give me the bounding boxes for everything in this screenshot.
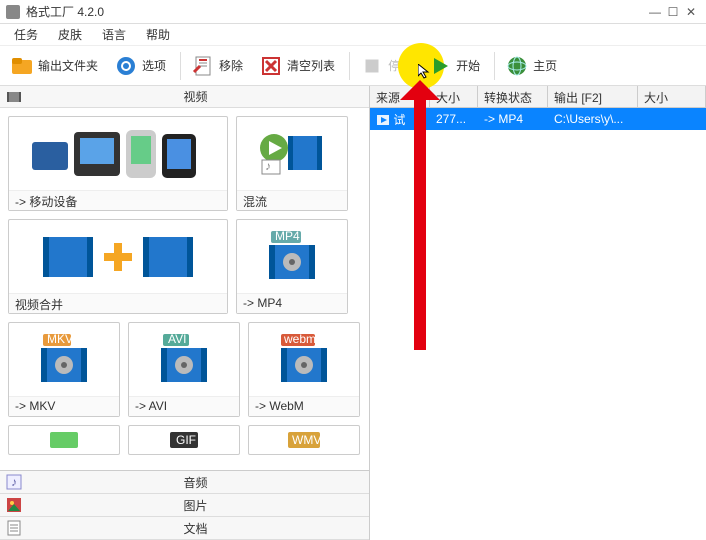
- task-table-header: 来源 大小 转换状态 输出 [F2] 大小: [370, 86, 706, 108]
- maximize-button[interactable]: ☐: [664, 5, 682, 19]
- main-area: 视频 -> 移动设备: [0, 86, 706, 540]
- folder-icon: [10, 54, 34, 78]
- remove-label: 移除: [219, 57, 243, 74]
- webm-icon: webm: [249, 323, 359, 396]
- tile-label: -> AVI: [129, 396, 239, 416]
- toolbar: 输出文件夹 选项 移除 清空列表 停止 开始: [0, 46, 706, 86]
- tile-mux[interactable]: ♪ 混流: [236, 116, 348, 211]
- tile-label: 混流: [237, 190, 347, 210]
- th-status[interactable]: 转换状态: [478, 86, 548, 107]
- remove-button[interactable]: 移除: [185, 52, 249, 80]
- home-button[interactable]: 主页: [499, 52, 563, 80]
- category-label: 文档: [28, 520, 363, 537]
- mux-icon: ♪: [237, 117, 347, 190]
- picture-category-icon: [6, 497, 22, 513]
- category-tabs: ♪ 音频 图片 文档: [0, 470, 369, 540]
- clear-icon: [259, 54, 283, 78]
- gif-icon: GIF: [129, 426, 239, 454]
- output-folder-label: 输出文件夹: [38, 57, 98, 74]
- svg-text:MKV: MKV: [47, 332, 73, 346]
- tile-mkv[interactable]: MKV -> MKV: [8, 322, 120, 417]
- td-size: 277...: [430, 109, 478, 129]
- category-label: 图片: [28, 497, 363, 514]
- tile-webm[interactable]: webm -> WebM: [248, 322, 360, 417]
- th-outsize[interactable]: 大小: [638, 86, 706, 107]
- minimize-button[interactable]: —: [646, 5, 664, 19]
- svg-text:GIF: GIF: [176, 433, 196, 447]
- tile-mobile-device[interactable]: -> 移动设备: [8, 116, 228, 211]
- menu-task[interactable]: 任务: [4, 24, 48, 45]
- category-tab-document[interactable]: 文档: [0, 517, 369, 540]
- menu-help[interactable]: 帮助: [136, 24, 180, 45]
- td-output: C:\Users\y\...: [548, 109, 638, 129]
- audio-category-icon: ♪: [6, 474, 22, 490]
- tile-label: -> WebM: [249, 396, 359, 416]
- avi-icon: AVI: [129, 323, 239, 396]
- mkv-icon: MKV: [9, 323, 119, 396]
- svg-text:AVI: AVI: [168, 332, 186, 346]
- tile-label: -> 移动设备: [9, 190, 227, 210]
- td-outsize: [638, 116, 706, 122]
- cursor-icon: [418, 64, 434, 80]
- td-source-text: 试: [393, 113, 405, 127]
- svg-text:webm: webm: [283, 332, 316, 346]
- stop-icon: [360, 54, 384, 78]
- left-pane: 视频 -> 移动设备: [0, 86, 370, 540]
- video-category-icon: [6, 89, 22, 105]
- tile-label: -> MKV: [9, 396, 119, 416]
- tile-gif[interactable]: GIF: [128, 425, 240, 455]
- document-category-icon: [6, 520, 22, 536]
- category-tab-picture[interactable]: 图片: [0, 494, 369, 517]
- category-header-video[interactable]: 视频: [0, 86, 369, 108]
- menu-language[interactable]: 语言: [92, 24, 136, 45]
- start-label: 开始: [456, 57, 480, 74]
- mobile-devices-icon: [9, 117, 227, 190]
- td-status: -> MP4: [478, 109, 548, 129]
- category-tab-audio[interactable]: ♪ 音频: [0, 471, 369, 494]
- td-source: 试: [370, 108, 430, 131]
- options-button[interactable]: 选项: [108, 52, 172, 80]
- tile-partial-1[interactable]: [8, 425, 120, 455]
- clear-label: 清空列表: [287, 57, 335, 74]
- th-source[interactable]: 来源: [370, 86, 430, 107]
- wmv-icon: WMV: [249, 426, 359, 454]
- svg-text:WMV: WMV: [292, 433, 321, 447]
- options-label: 选项: [142, 57, 166, 74]
- options-icon: [114, 54, 138, 78]
- th-size[interactable]: 大小: [430, 86, 478, 107]
- toolbar-separator: [494, 52, 495, 80]
- tile-wmv[interactable]: WMV: [248, 425, 360, 455]
- category-label: 音频: [28, 474, 363, 491]
- app-icon: [6, 5, 20, 19]
- toolbar-separator: [180, 52, 181, 80]
- format-icon: [9, 426, 119, 454]
- menu-bar: 任务 皮肤 语言 帮助: [0, 24, 706, 46]
- close-button[interactable]: ✕: [682, 5, 700, 19]
- menu-skin[interactable]: 皮肤: [48, 24, 92, 45]
- toolbar-separator: [349, 52, 350, 80]
- svg-text:♪: ♪: [11, 475, 17, 489]
- home-label: 主页: [533, 57, 557, 74]
- category-label: 视频: [28, 88, 363, 105]
- output-folder-button[interactable]: 输出文件夹: [4, 52, 104, 80]
- mp4-icon: MP4: [237, 220, 347, 293]
- tile-label: -> MP4: [237, 293, 347, 313]
- task-row-selected[interactable]: 试 277... -> MP4 C:\Users\y\...: [370, 108, 706, 130]
- clear-list-button[interactable]: 清空列表: [253, 52, 341, 80]
- right-pane: 来源 大小 转换状态 输出 [F2] 大小 试 277... -> MP4 C:…: [370, 86, 706, 540]
- tile-video-merge[interactable]: 视频合并: [8, 219, 228, 314]
- globe-icon: [505, 54, 529, 78]
- window-title: 格式工厂 4.2.0: [26, 3, 646, 20]
- tile-label: 视频合并: [9, 293, 227, 313]
- th-output[interactable]: 输出 [F2]: [548, 86, 638, 107]
- video-tiles: -> 移动设备 ♪ 混流: [0, 108, 369, 470]
- remove-icon: [191, 54, 215, 78]
- title-bar: 格式工厂 4.2.0 — ☐ ✕: [0, 0, 706, 24]
- svg-text:♪: ♪: [265, 159, 271, 173]
- svg-text:MP4: MP4: [275, 229, 300, 243]
- tile-mp4[interactable]: MP4 -> MP4: [236, 219, 348, 314]
- merge-icon: [9, 220, 227, 293]
- tile-avi[interactable]: AVI -> AVI: [128, 322, 240, 417]
